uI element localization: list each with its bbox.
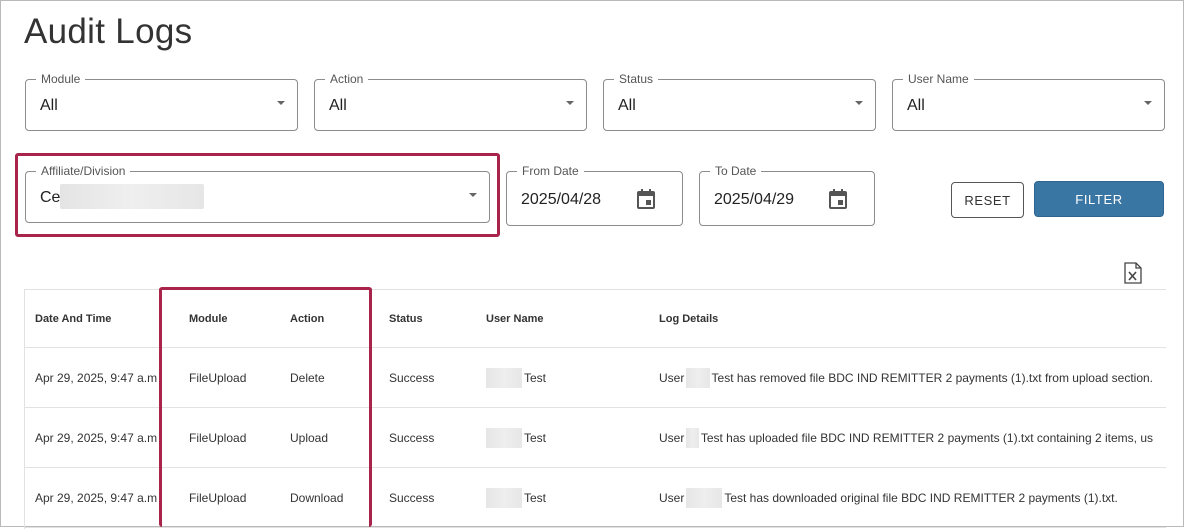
cell-log-details: User Test has uploaded file BDC IND REMI… bbox=[659, 408, 1153, 467]
cell-status: Success bbox=[389, 370, 435, 385]
column-header-module[interactable]: Module bbox=[189, 290, 279, 347]
from-date-label: From Date bbox=[517, 163, 584, 179]
action-select-value: All bbox=[329, 97, 347, 114]
cell-date: Apr 29, 2025, 9:47 a.m. bbox=[35, 490, 157, 505]
audit-log-table: Date And Time Module Action Status User … bbox=[24, 289, 1166, 529]
cell-module: FileUpload bbox=[189, 490, 247, 505]
status-select-label: Status bbox=[614, 71, 659, 87]
user-name-text: Test bbox=[524, 370, 547, 385]
module-select-value: All bbox=[40, 97, 58, 114]
cell-user-name: Test bbox=[486, 348, 646, 407]
chevron-down-icon bbox=[566, 101, 574, 105]
column-header-log-details[interactable]: Log Details bbox=[659, 290, 1153, 347]
to-date-field[interactable]: To Date 2025/04/29 bbox=[699, 163, 875, 226]
from-date-value: 2025/04/28 bbox=[521, 191, 602, 208]
table-row[interactable]: Apr 29, 2025, 9:47 a.m. FileUpload Downl… bbox=[25, 468, 1166, 528]
action-select-label: Action bbox=[325, 71, 369, 87]
module-select-label: Module bbox=[36, 71, 86, 87]
action-select[interactable]: Action All bbox=[314, 71, 587, 131]
cell-date: Apr 29, 2025, 9:47 a.m. bbox=[35, 430, 157, 445]
chevron-down-icon bbox=[1144, 101, 1152, 105]
log-text: Test has downloaded original file BDC IN… bbox=[724, 490, 1118, 505]
redacted-user-name bbox=[686, 367, 710, 388]
cell-log-details: User Test has removed file BDC IND REMIT… bbox=[659, 348, 1153, 407]
table-row[interactable]: Apr 29, 2025, 9:47 a.m. FileUpload Delet… bbox=[25, 348, 1166, 408]
chevron-down-icon bbox=[469, 193, 477, 197]
user-name-select[interactable]: User Name All bbox=[892, 71, 1165, 131]
filter-button[interactable]: FILTER bbox=[1034, 181, 1164, 217]
to-date-label: To Date bbox=[710, 163, 762, 179]
cell-module: FileUpload bbox=[189, 430, 247, 445]
redacted-user-name bbox=[686, 427, 699, 448]
cell-action: Delete bbox=[290, 370, 325, 385]
cell-status: Success bbox=[389, 430, 435, 445]
redacted-user-name bbox=[486, 487, 522, 508]
affiliate-division-value: Ce bbox=[40, 189, 61, 206]
cell-status: Success bbox=[389, 490, 435, 505]
cell-action: Upload bbox=[290, 430, 329, 445]
affiliate-division-label: Affiliate/Division bbox=[36, 163, 131, 179]
redacted-affiliate-name bbox=[60, 184, 204, 209]
chevron-down-icon bbox=[855, 101, 863, 105]
cell-log-details: User Test has downloaded original file B… bbox=[659, 468, 1153, 527]
user-name-select-label: User Name bbox=[903, 71, 974, 87]
log-text: Test has removed file BDC IND REMITTER 2… bbox=[711, 370, 1153, 385]
page-title: Audit Logs bbox=[24, 12, 193, 51]
log-text: Test has uploaded file BDC IND REMITTER … bbox=[700, 430, 1153, 445]
log-prefix: User bbox=[659, 430, 685, 445]
column-header-action[interactable]: Action bbox=[290, 290, 370, 347]
user-name-select-value: All bbox=[907, 97, 925, 114]
user-name-text: Test bbox=[524, 490, 547, 505]
redacted-user-name bbox=[486, 427, 522, 448]
table-row[interactable]: Apr 29, 2025, 9:47 a.m. FileUpload Uploa… bbox=[25, 408, 1166, 468]
log-prefix: User bbox=[659, 370, 685, 385]
status-select-value: All bbox=[618, 97, 636, 114]
from-date-field[interactable]: From Date 2025/04/28 bbox=[506, 163, 683, 226]
calendar-icon[interactable] bbox=[636, 188, 656, 210]
module-select[interactable]: Module All bbox=[25, 71, 298, 131]
reset-button[interactable]: RESET bbox=[951, 182, 1024, 218]
column-header-user-name[interactable]: User Name bbox=[486, 290, 646, 347]
cell-user-name: Test bbox=[486, 468, 646, 527]
cell-user-name: Test bbox=[486, 408, 646, 467]
calendar-icon[interactable] bbox=[828, 188, 848, 210]
to-date-value: 2025/04/29 bbox=[714, 191, 795, 208]
cell-module: FileUpload bbox=[189, 370, 247, 385]
column-header-date[interactable]: Date And Time bbox=[35, 290, 157, 347]
status-select[interactable]: Status All bbox=[603, 71, 876, 131]
log-prefix: User bbox=[659, 490, 685, 505]
cell-date: Apr 29, 2025, 9:47 a.m. bbox=[35, 370, 157, 385]
cell-action: Download bbox=[290, 490, 344, 505]
user-name-text: Test bbox=[524, 430, 547, 445]
chevron-down-icon bbox=[277, 101, 285, 105]
excel-export-icon[interactable] bbox=[1124, 262, 1142, 284]
redacted-user-name bbox=[486, 367, 522, 388]
redacted-user-name bbox=[686, 487, 723, 508]
column-header-status[interactable]: Status bbox=[389, 290, 479, 347]
table-header-row: Date And Time Module Action Status User … bbox=[25, 290, 1166, 348]
